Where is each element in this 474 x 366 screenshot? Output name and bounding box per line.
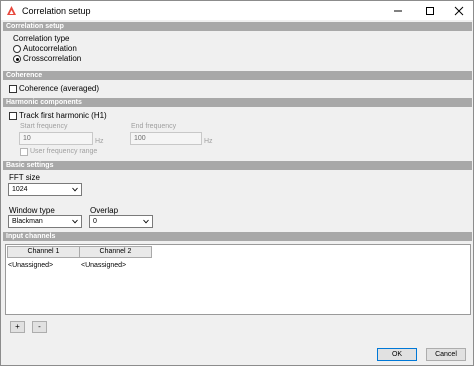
fft-size-select[interactable]: 1024: [8, 183, 82, 196]
overlap-value: 0: [93, 218, 97, 225]
section-header-harmonic-components: Harmonic components: [3, 98, 472, 107]
chevron-down-icon: [72, 219, 78, 224]
ok-button[interactable]: OK: [377, 348, 417, 361]
end-frequency-label: End frequency: [131, 123, 177, 130]
channel-2-cell[interactable]: <Unassigned>: [81, 261, 126, 270]
start-frequency-label: Start frequency: [20, 123, 68, 130]
close-icon: [454, 6, 464, 15]
section-header-input-channels: Input channels: [3, 232, 472, 241]
track-harmonic-checkbox[interactable]: [9, 112, 17, 120]
chevron-down-icon: [143, 219, 149, 224]
start-frequency-unit: Hz: [95, 138, 104, 145]
input-channels-table[interactable]: Channel 1 Channel 2 <Unassigned> <Unassi…: [5, 244, 471, 315]
user-frequency-range-checkbox[interactable]: [20, 148, 28, 156]
autocorrelation-radio[interactable]: [13, 45, 21, 53]
coherence-label[interactable]: Coherence (averaged): [19, 84, 99, 94]
end-frequency-input[interactable]: 100: [130, 132, 202, 145]
fft-size-label: FFT size: [9, 173, 40, 182]
add-channel-button[interactable]: +: [10, 321, 25, 333]
title-bar: Correlation setup: [1, 1, 473, 20]
channel-1-cell[interactable]: <Unassigned>: [8, 261, 53, 270]
cancel-button[interactable]: Cancel: [426, 348, 466, 361]
column-header-channel-2[interactable]: Channel 2: [79, 246, 152, 258]
coherence-checkbox[interactable]: [9, 85, 17, 93]
window-type-value: Blackman: [12, 218, 43, 225]
crosscorrelation-label[interactable]: Crosscorrelation: [23, 54, 81, 64]
section-header-correlation-setup: Correlation setup: [3, 22, 472, 31]
autocorrelation-label[interactable]: Autocorrelation: [23, 44, 77, 54]
window-title: Correlation setup: [22, 6, 91, 16]
window-type-select[interactable]: Blackman: [8, 215, 82, 228]
section-header-coherence: Coherence: [3, 71, 472, 80]
maximize-icon: [426, 6, 434, 15]
maximize-button[interactable]: [415, 1, 445, 20]
remove-channel-button[interactable]: -: [32, 321, 47, 333]
chevron-down-icon: [72, 187, 78, 192]
start-frequency-input[interactable]: 10: [19, 132, 93, 145]
end-frequency-unit: Hz: [204, 138, 213, 145]
overlap-select[interactable]: 0: [89, 215, 153, 228]
correlation-setup-dialog: Correlation setup Correlation setup Corr…: [0, 0, 474, 366]
user-frequency-range-label[interactable]: User frequency range: [30, 147, 97, 157]
close-button[interactable]: [444, 1, 474, 20]
crosscorrelation-radio[interactable]: [13, 55, 21, 63]
correlation-type-label: Correlation type: [13, 34, 70, 43]
column-header-channel-1[interactable]: Channel 1: [7, 246, 80, 258]
fft-size-value: 1024: [12, 186, 28, 193]
minimize-button[interactable]: [383, 1, 413, 20]
track-harmonic-label[interactable]: Track first harmonic (H1): [19, 111, 107, 121]
app-logo-icon: [7, 6, 16, 15]
minimize-icon: [394, 10, 402, 11]
section-header-basic-settings: Basic settings: [3, 161, 472, 170]
